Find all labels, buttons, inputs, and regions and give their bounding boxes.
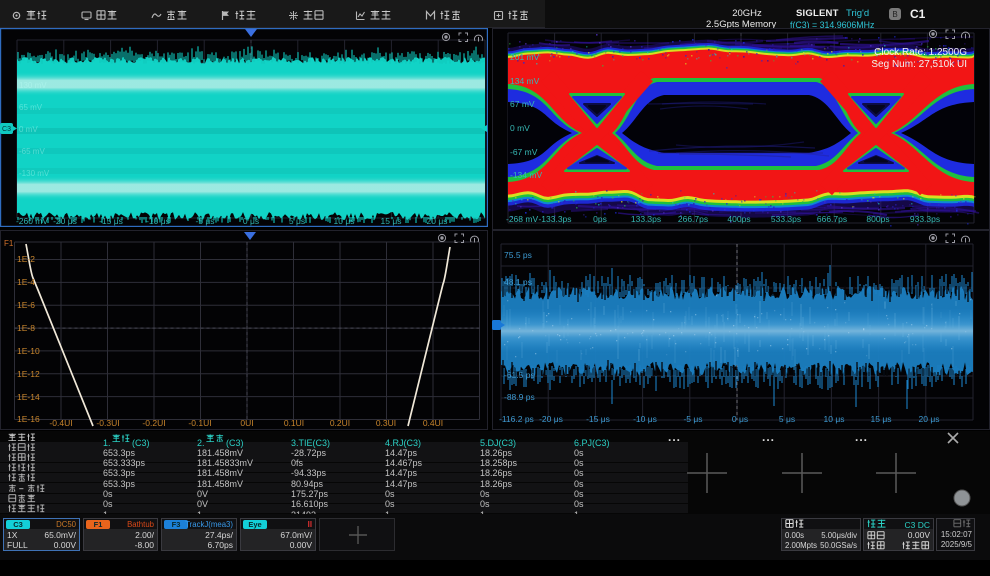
svg-text:F1: F1	[4, 239, 14, 248]
svg-text:1E-4: 1E-4	[17, 277, 35, 287]
svg-text:1E-14: 1E-14	[17, 392, 40, 402]
svg-text:0UI: 0UI	[240, 418, 253, 428]
svg-text:-116.2 ps: -116.2 ps	[499, 414, 534, 424]
svg-text:15 μs: 15 μs	[871, 414, 892, 424]
svg-text:1E-6: 1E-6	[17, 300, 35, 310]
svg-text:B: B	[892, 10, 897, 19]
svg-text:Clock Rate: 1.2500G: Clock Rate: 1.2500G	[874, 47, 967, 58]
svg-text:0 mV: 0 mV	[510, 123, 530, 133]
svg-text:1E-10: 1E-10	[17, 346, 40, 356]
svg-text:-61.5 ps: -61.5 ps	[504, 370, 535, 380]
svg-text:130 mV: 130 mV	[19, 81, 47, 90]
svg-text:0 μs: 0 μs	[243, 216, 259, 226]
svg-text:48.1 ps: 48.1 ps	[504, 277, 532, 287]
svg-text:-0.3UI: -0.3UI	[96, 418, 119, 428]
svg-text:-15 μs: -15 μs	[99, 216, 123, 226]
svg-text:-20 μs: -20 μs	[539, 414, 563, 424]
svg-text:20 μs: 20 μs	[919, 414, 940, 424]
svg-text:266.7ps: 266.7ps	[678, 214, 708, 224]
svg-text:-0.4UI: -0.4UI	[49, 418, 72, 428]
svg-text:-20 μs: -20 μs	[53, 216, 77, 226]
svg-text:1E-12: 1E-12	[17, 369, 40, 379]
svg-text:10 μs: 10 μs	[334, 216, 355, 226]
svg-text:5 μs: 5 μs	[289, 216, 305, 226]
svg-text:75.5 ps: 75.5 ps	[504, 250, 532, 260]
svg-text:-15 μs: -15 μs	[586, 414, 610, 424]
svg-text:533.3ps: 533.3ps	[771, 214, 801, 224]
svg-text:134 mV: 134 mV	[510, 76, 540, 86]
svg-text:0.1UI: 0.1UI	[284, 418, 304, 428]
svg-text:Seg Num: 27,510k UI: Seg Num: 27,510k UI	[871, 59, 967, 70]
svg-text:15 μs: 15 μs	[381, 216, 402, 226]
svg-text:0.3UI: 0.3UI	[376, 418, 396, 428]
svg-text:-10 μs: -10 μs	[633, 414, 657, 424]
svg-text:666.7ps: 666.7ps	[817, 214, 847, 224]
svg-text:C3: C3	[2, 126, 11, 133]
svg-text:-133.3ps: -133.3ps	[538, 214, 571, 224]
svg-text:133.3ps: 133.3ps	[631, 214, 661, 224]
svg-text:-65 mV: -65 mV	[19, 147, 45, 156]
svg-text:-134 mV: -134 mV	[510, 170, 542, 180]
svg-text:-130 mV: -130 mV	[19, 169, 50, 178]
svg-text:20 μs: 20 μs	[427, 216, 448, 226]
svg-text:67 mV: 67 mV	[510, 99, 535, 109]
svg-text:800ps: 800ps	[866, 214, 889, 224]
svg-text:201 mV: 201 mV	[510, 52, 540, 62]
svg-text:-10 μs: -10 μs	[146, 216, 170, 226]
svg-text:400ps: 400ps	[727, 214, 750, 224]
svg-text:1E-8: 1E-8	[17, 323, 35, 333]
svg-text:-67 mV: -67 mV	[510, 147, 538, 157]
svg-text:10 μs: 10 μs	[824, 414, 845, 424]
svg-text:-268 mV: -268 mV	[506, 214, 538, 224]
svg-text:-0.1UI: -0.1UI	[188, 418, 211, 428]
svg-text:-260 mV: -260 mV	[16, 216, 48, 226]
svg-text:0.4UI: 0.4UI	[423, 418, 443, 428]
svg-text:5 μs: 5 μs	[779, 414, 795, 424]
svg-text:0 μs: 0 μs	[732, 414, 748, 424]
svg-text:1E-2: 1E-2	[17, 254, 35, 264]
svg-text:1E-16: 1E-16	[17, 414, 40, 424]
svg-text:0 mV: 0 mV	[19, 125, 38, 134]
svg-text:-88.9 ps: -88.9 ps	[504, 392, 535, 402]
svg-text:-5 μs: -5 μs	[683, 414, 702, 424]
svg-text:-0.2UI: -0.2UI	[142, 418, 165, 428]
svg-text:933.3ps: 933.3ps	[910, 214, 940, 224]
svg-text:0.2UI: 0.2UI	[330, 418, 350, 428]
svg-text:-5 μs: -5 μs	[195, 216, 214, 226]
svg-text:65 mV: 65 mV	[19, 103, 43, 112]
svg-text:0ps: 0ps	[593, 214, 607, 224]
